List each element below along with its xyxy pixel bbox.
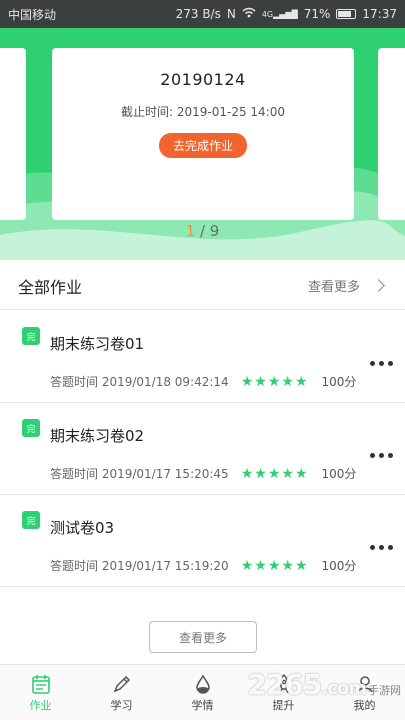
score: 100分 <box>321 375 357 389</box>
item-title: 测试卷03 <box>50 519 115 537</box>
star-icon: ★ <box>254 373 267 390</box>
star-icon: ★ <box>281 465 294 482</box>
clock: 17:37 <box>362 7 397 21</box>
watermark-site: 手游网 <box>368 684 401 697</box>
pencil-icon <box>113 675 130 692</box>
completed-badge: 完 <box>22 327 40 345</box>
nfc-icon: N <box>226 7 236 21</box>
more-options-icon[interactable] <box>370 361 393 366</box>
star-icon: ★ <box>254 465 267 482</box>
homework-list: 完 期末练习卷01 答题时间 2019/01/18 09:42:14 ★ ★ ★ ★ ★… <box>0 311 405 587</box>
star-icon: ★ <box>281 373 294 390</box>
site-watermark: 2265.com 手游网 <box>247 668 401 701</box>
star-icon: ★ <box>281 557 294 574</box>
star-icon: ★ <box>240 373 254 390</box>
star-icon: ★ <box>240 465 254 482</box>
view-more-link[interactable]: 查看更多 <box>308 276 387 295</box>
list-item[interactable]: 完 测试卷03 答题时间 2019/01/17 15:19:20 ★ ★ ★ ★ ★ 1… <box>0 495 405 587</box>
completed-badge: 完 <box>22 511 40 529</box>
watermark-suffix: .com <box>321 678 367 699</box>
carrier-label: 中国移动 <box>8 7 57 22</box>
answer-time: 答题时间 2019/01/17 15:20:45 <box>50 467 229 481</box>
more-options-icon[interactable] <box>370 453 393 458</box>
tab-study[interactable]: 学习 <box>81 665 162 720</box>
star-icon: ★ <box>240 557 254 574</box>
pager-total: / 9 <box>199 222 220 240</box>
star-rating: ★ ★ ★ ★ ★ <box>241 375 308 389</box>
battery-icon <box>336 9 357 19</box>
star-icon: ★ <box>294 557 308 574</box>
chevron-right-icon <box>372 279 385 292</box>
score: 100分 <box>321 467 357 481</box>
star-icon: ★ <box>294 373 308 390</box>
status-bar: 中国移动 273 B/s N 4G▂▄▆█ 71% 17:37 <box>0 0 405 28</box>
score: 100分 <box>321 559 357 573</box>
more-options-icon[interactable] <box>370 545 393 550</box>
watermark-brand: 2265 <box>247 668 322 701</box>
star-icon: ★ <box>254 557 267 574</box>
star-icon: ★ <box>294 465 308 482</box>
load-more-button[interactable]: 查看更多 <box>149 621 257 653</box>
homework-icon <box>31 674 50 694</box>
carousel-pager: 1 / 9 <box>0 222 405 240</box>
homework-carousel[interactable]: 20190124 截止时间: 2019-01-25 14:00 去完成作业 1 … <box>0 28 405 260</box>
tab-label: 学情 <box>191 698 214 712</box>
drop-icon <box>195 674 210 694</box>
item-title: 期末练习卷01 <box>50 335 145 353</box>
carousel-card-previous[interactable] <box>0 48 26 220</box>
answer-time: 答题时间 2019/01/17 15:19:20 <box>50 559 229 573</box>
star-icon: ★ <box>267 465 281 482</box>
network-speed: 273 B/s <box>175 7 221 21</box>
tab-label: 学习 <box>110 698 133 712</box>
wifi-icon <box>242 7 256 21</box>
list-item[interactable]: 完 期末练习卷01 答题时间 2019/01/18 09:42:14 ★ ★ ★ ★ ★… <box>0 311 405 403</box>
answer-time: 答题时间 2019/01/18 09:42:14 <box>50 375 229 389</box>
carousel-card-current[interactable]: 20190124 截止时间: 2019-01-25 14:00 去完成作业 <box>52 48 354 220</box>
star-rating: ★ ★ ★ ★ ★ <box>241 467 308 481</box>
all-homework-header: 全部作业 查看更多 <box>0 262 405 310</box>
tab-homework[interactable]: 作业 <box>0 665 81 720</box>
battery-percent: 71% <box>303 7 331 21</box>
completed-badge: 完 <box>22 419 40 437</box>
pager-current: 1 <box>185 222 196 240</box>
view-more-label: 查看更多 <box>307 280 360 295</box>
signal-icon: 4G▂▄▆█ <box>261 9 298 19</box>
tab-learning-status[interactable]: 学情 <box>162 665 243 720</box>
item-title: 期末练习卷02 <box>50 427 145 445</box>
card-deadline: 截止时间: 2019-01-25 14:00 <box>121 105 285 119</box>
signal-label: 4G <box>261 9 274 19</box>
carousel-card-next[interactable] <box>378 48 405 220</box>
card-title: 20190124 <box>160 70 246 89</box>
star-rating: ★ ★ ★ ★ ★ <box>241 559 308 573</box>
list-item[interactable]: 完 期末练习卷02 答题时间 2019/01/17 15:20:45 ★ ★ ★ ★ ★… <box>0 403 405 495</box>
complete-homework-button[interactable]: 去完成作业 <box>158 133 247 158</box>
star-icon: ★ <box>267 557 281 574</box>
star-icon: ★ <box>267 373 281 390</box>
section-title: 全部作业 <box>18 277 83 297</box>
tab-label: 作业 <box>29 698 52 712</box>
